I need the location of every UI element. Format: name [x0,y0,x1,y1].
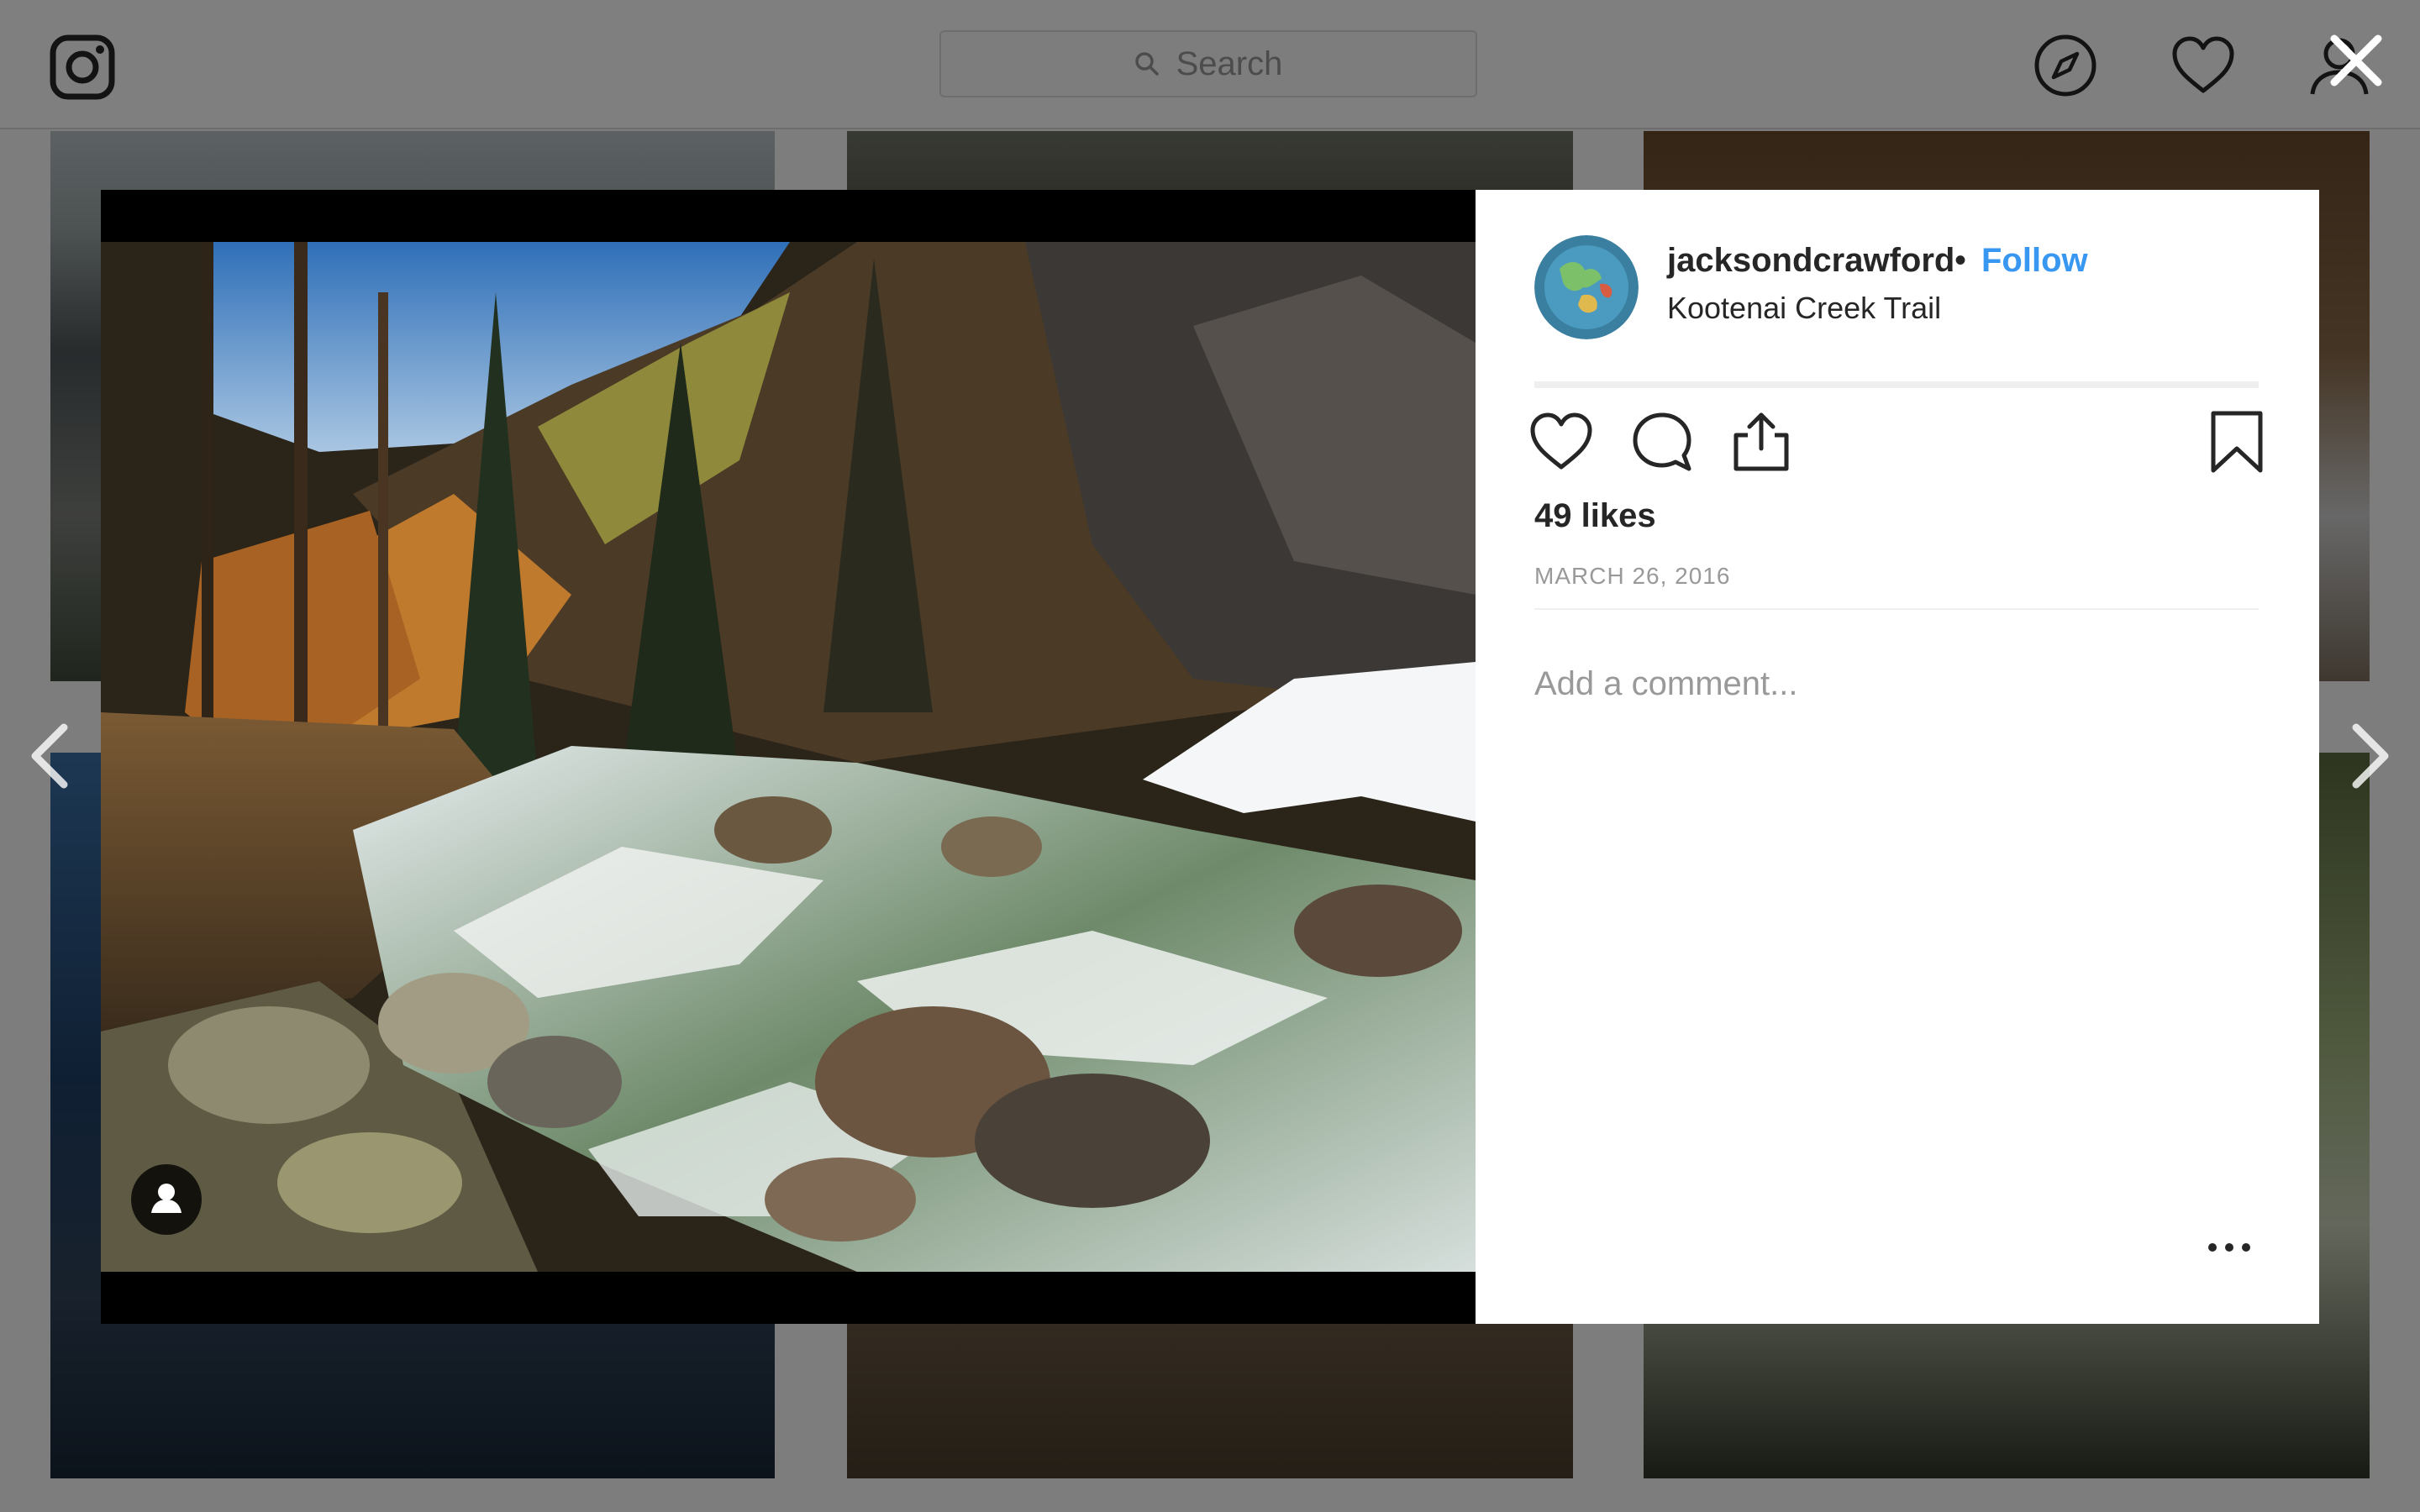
post-info-pane: jacksondcrawford • Follow Kootenai Creek… [1476,190,2319,1324]
tag-person-button[interactable] [131,1164,202,1235]
globe-avatar-image [1534,235,1639,339]
avatar[interactable] [1534,235,1639,339]
tag-person-icon [151,1184,182,1213]
comment-icon[interactable] [1630,410,1694,474]
close-icon[interactable] [2326,30,2386,91]
creek-landscape-image [101,242,1476,1272]
divider [1534,381,2259,388]
post-date: MARCH 26, 2016 [1534,563,1731,589]
bookmark-icon[interactable] [2205,410,2269,474]
post-photo[interactable] [101,242,1476,1272]
share-icon[interactable] [1729,410,1793,474]
location-link[interactable]: Kootenai Creek Trail [1667,291,1941,326]
more-options-icon[interactable] [2200,1235,2259,1260]
chevron-right-icon[interactable] [2344,722,2395,790]
chevron-left-icon[interactable] [25,722,76,790]
add-comment-input[interactable] [1534,650,2259,717]
divider [1534,608,2259,610]
post-photo-pane [101,190,1476,1324]
heart-icon[interactable] [1529,410,1593,474]
likes-count[interactable]: 49 likes [1534,497,1656,535]
separator-dot: • [1954,242,1967,279]
username-link[interactable]: jacksondcrawford [1667,242,1954,280]
follow-button[interactable]: Follow [1981,242,2088,280]
